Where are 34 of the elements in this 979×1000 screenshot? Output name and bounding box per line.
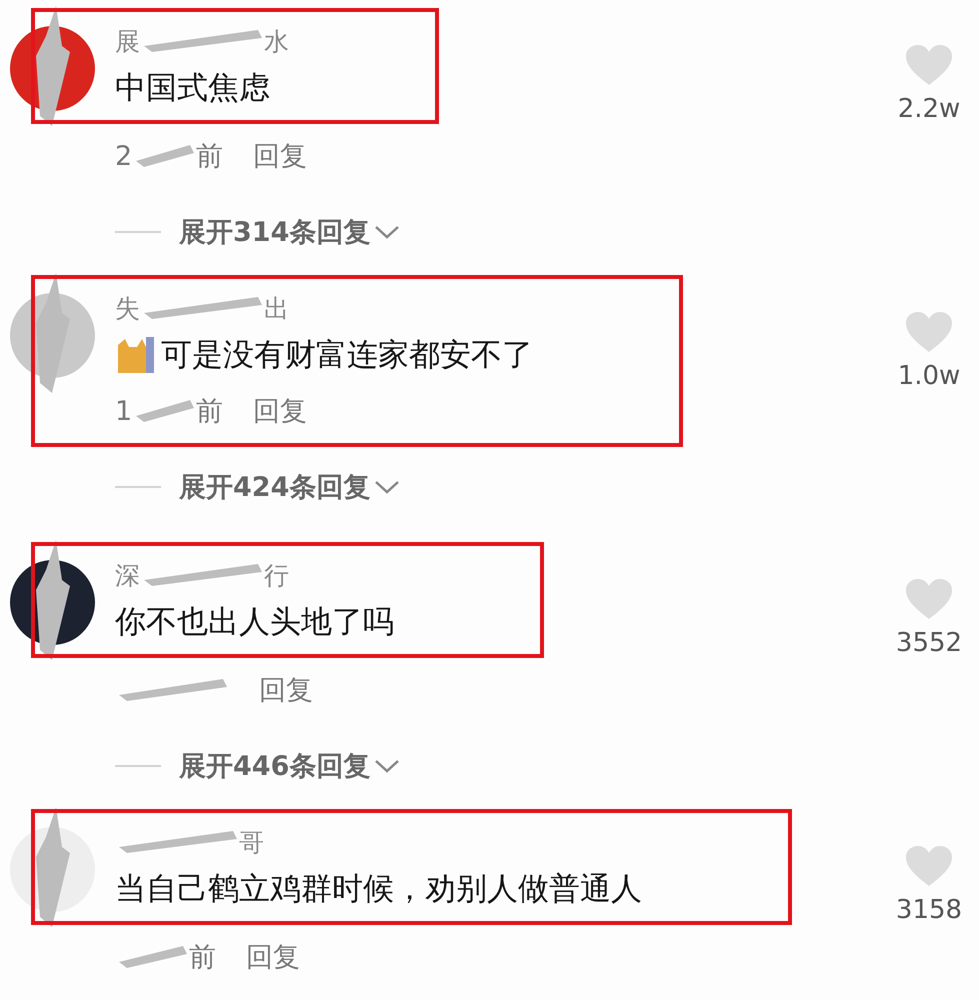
comment-text: 你不也出人头地了吗 — [115, 603, 394, 642]
redaction-scribble — [117, 944, 187, 970]
user-name[interactable]: 水 — [264, 24, 289, 58]
reply-link[interactable]: 回复 — [253, 393, 308, 429]
timestamp: 前 — [196, 395, 224, 429]
chevron-down-icon — [374, 224, 400, 240]
user-name[interactable]: 失 — [115, 292, 140, 324]
reply-link[interactable]: 回复 — [253, 138, 308, 174]
user-name[interactable]: 出 — [264, 292, 289, 324]
timestamp: 前 — [196, 140, 224, 174]
like-count: 3552 — [896, 628, 962, 658]
user-name[interactable]: 展 — [115, 24, 140, 58]
like-count: 1.0w — [898, 361, 960, 391]
redaction-scribble — [134, 143, 194, 169]
timestamp: 2 — [115, 140, 132, 172]
user-name[interactable]: 哥 — [239, 826, 264, 858]
chevron-down-icon — [374, 758, 400, 774]
timestamp: 前 — [189, 941, 216, 975]
like-count: 3158 — [896, 895, 962, 925]
timestamp: 1 — [115, 396, 132, 426]
user-name[interactable]: 深 — [115, 558, 140, 592]
like-count: 2.2w — [898, 94, 960, 124]
expand-replies-link[interactable]: 展开424条回复 — [179, 469, 370, 505]
reply-link[interactable]: 回复 — [259, 672, 313, 708]
reply-link[interactable]: 回复 — [246, 939, 300, 975]
user-name[interactable]: 行 — [264, 558, 289, 592]
expand-replies-link[interactable]: 展开446条回复 — [179, 748, 370, 784]
comment-text: 当自己鹤立鸡群时候，劝别人做普通人 — [115, 870, 642, 909]
cat-sticker-icon — [115, 335, 155, 375]
comment-text: 可是没有财富连家都安不了 — [161, 336, 533, 375]
comment-text: 中国式焦虑 — [115, 69, 270, 108]
redaction-scribble — [134, 398, 194, 424]
expand-replies-link[interactable]: 展开314条回复 — [179, 214, 370, 250]
chevron-down-icon — [374, 479, 400, 495]
